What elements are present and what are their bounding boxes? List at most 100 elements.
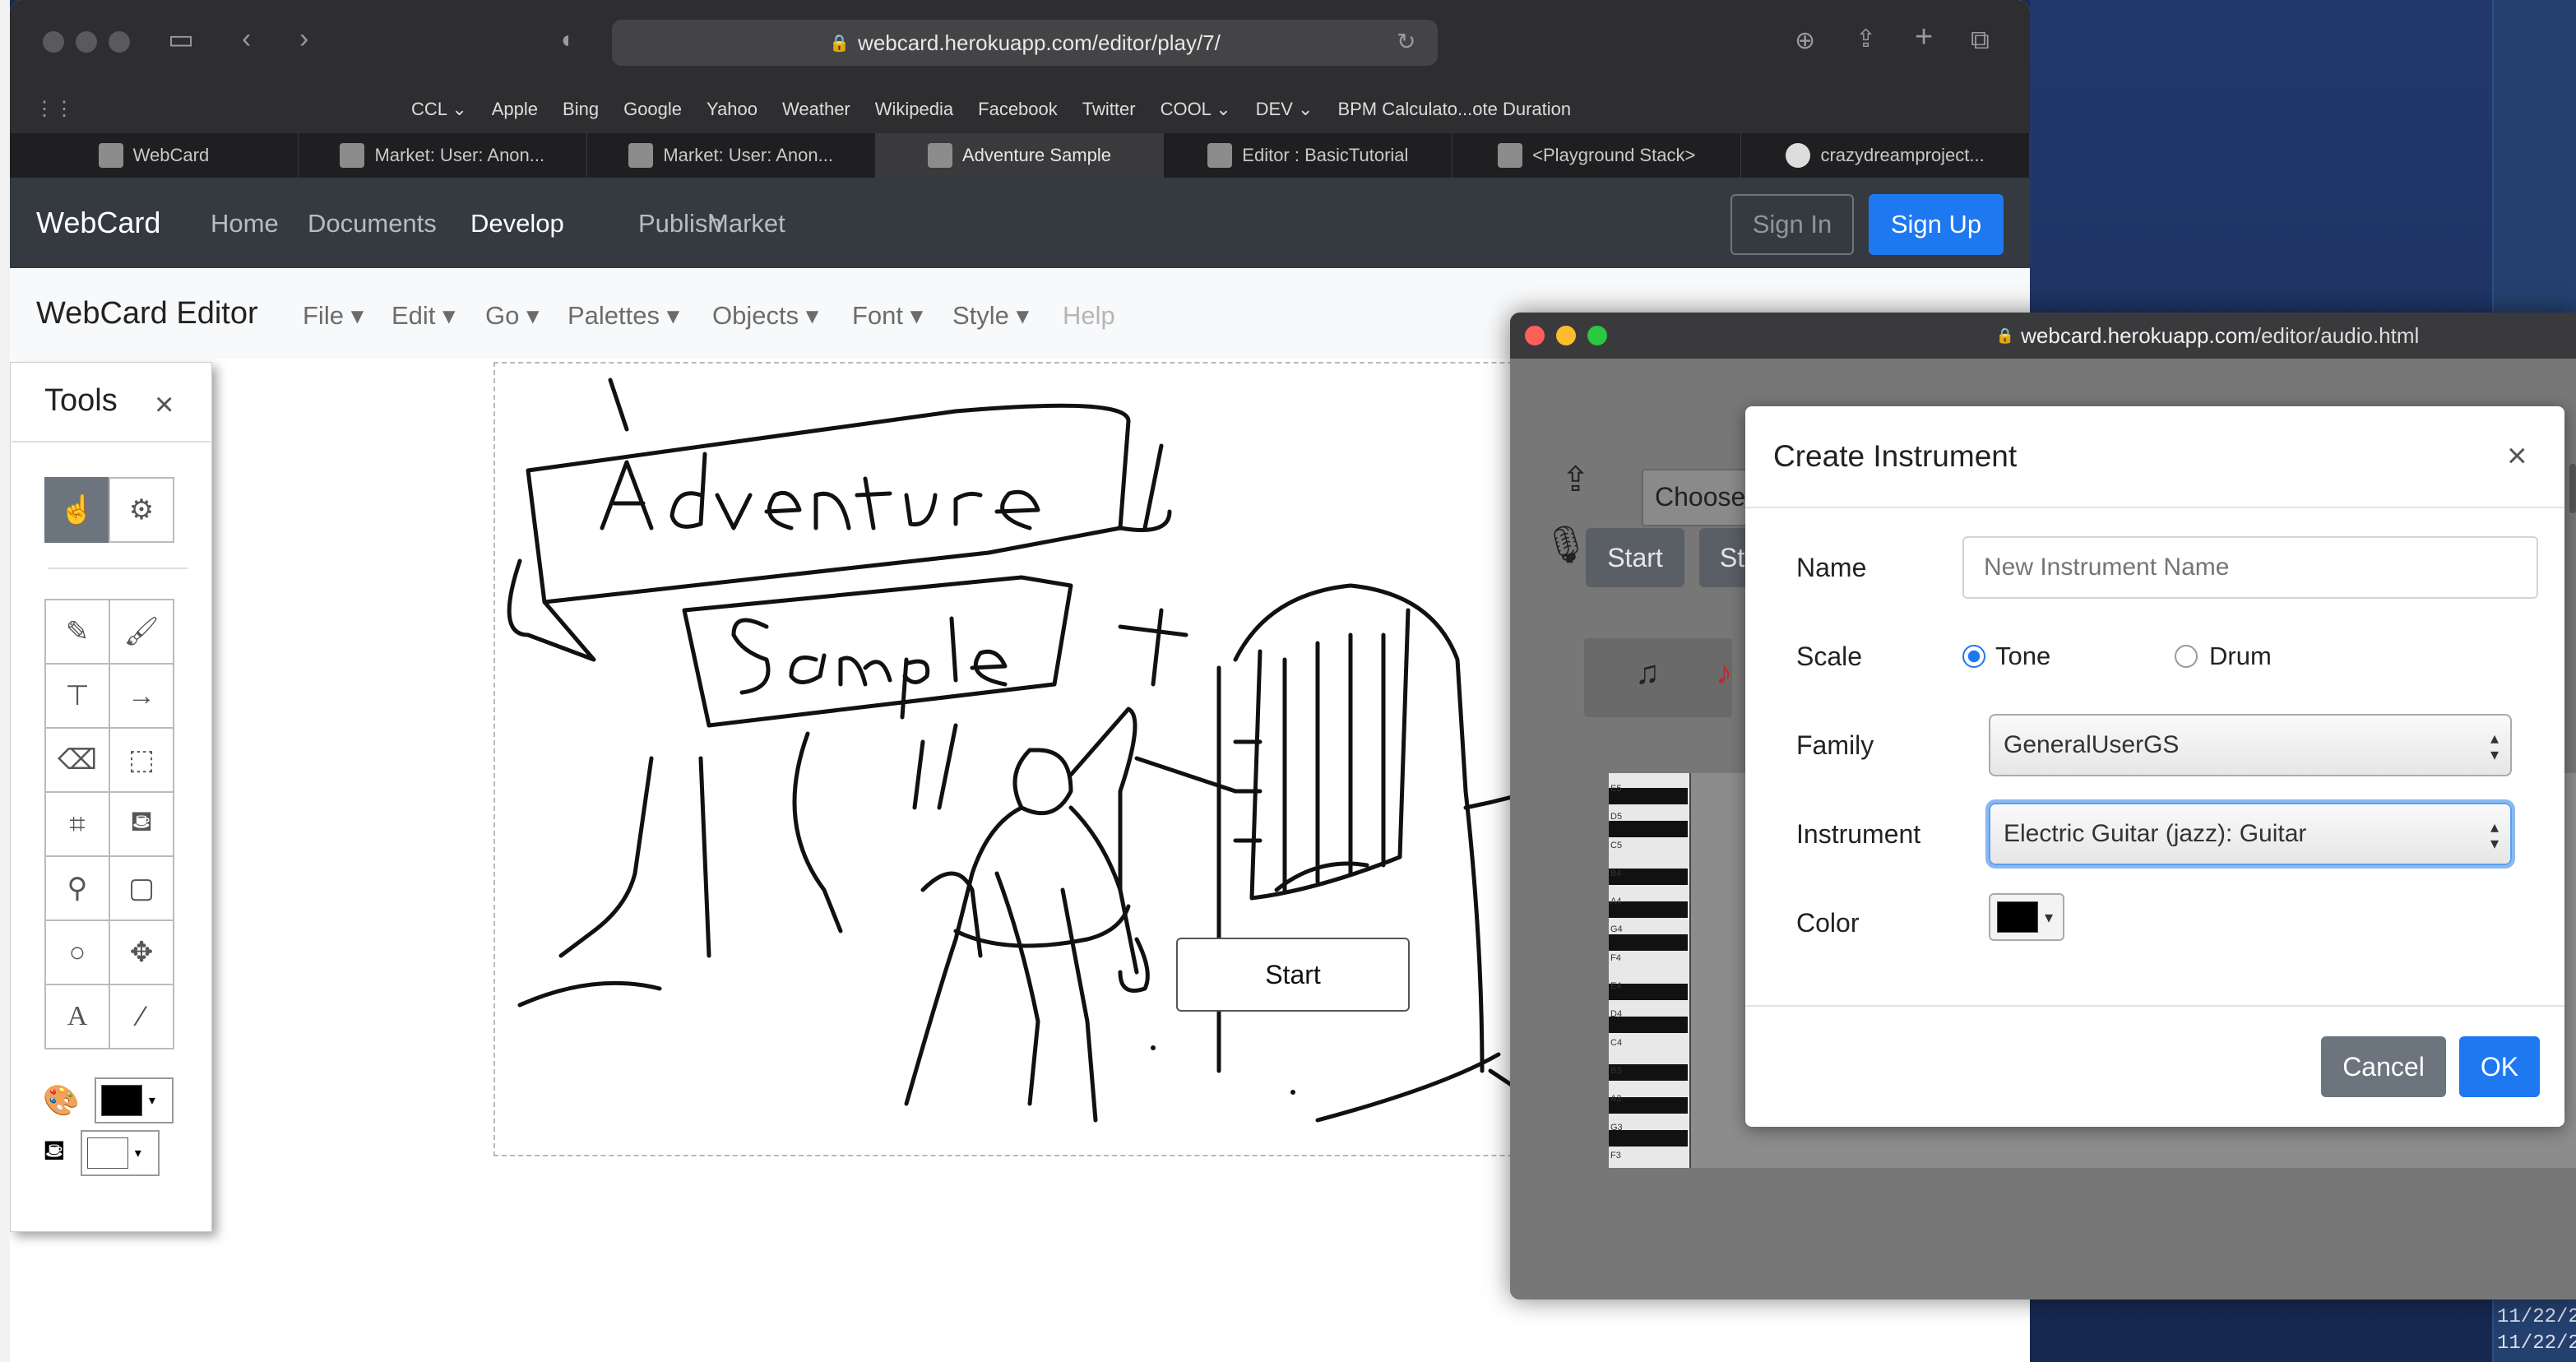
- share-icon[interactable]: ⇪: [1856, 25, 1876, 53]
- audio-window-zoom[interactable]: [1587, 326, 1607, 345]
- tab-favicon: [340, 143, 365, 168]
- move-arrows-icon[interactable]: ✥: [109, 920, 174, 985]
- card-canvas[interactable]: [493, 362, 1645, 1156]
- downloads-icon[interactable]: ⊕: [1795, 26, 1815, 55]
- grid-icon[interactable]: ⋮⋮: [35, 97, 74, 121]
- favorite-item[interactable]: CCL ⌄: [411, 99, 467, 120]
- audio-window-minimize[interactable]: [1556, 326, 1576, 345]
- microphone-icon[interactable]: 🎙: [1543, 523, 1589, 566]
- sign-in-button[interactable]: Sign In: [1730, 194, 1854, 255]
- instrument-label: Instrument: [1796, 819, 1921, 849]
- menu-edit[interactable]: Edit ▾: [391, 301, 456, 331]
- brush-icon[interactable]: 🖌: [109, 599, 174, 665]
- window-zoom-button[interactable]: [109, 31, 130, 53]
- favorite-item[interactable]: COOL ⌄: [1161, 99, 1231, 120]
- settings-gear-icon[interactable]: ⚙: [109, 477, 174, 543]
- family-select[interactable]: GeneralUserGS ▴ ▾: [1989, 714, 2512, 776]
- record-start-button[interactable]: Start: [1586, 528, 1684, 587]
- eyedropper-icon[interactable]: ⚲: [44, 855, 110, 921]
- new-tab-icon[interactable]: +: [1915, 20, 1933, 55]
- sign-up-button[interactable]: Sign Up: [1869, 194, 2004, 255]
- ok-button[interactable]: OK: [2459, 1036, 2540, 1097]
- window-close-button[interactable]: [43, 31, 64, 53]
- scale-label: Scale: [1796, 642, 1863, 671]
- favorite-item[interactable]: Bing: [563, 99, 599, 120]
- browser-tab[interactable]: <Playground Stack>: [1452, 133, 1742, 178]
- nav-home[interactable]: Home: [211, 209, 279, 239]
- eraser-icon[interactable]: ⌫: [44, 727, 110, 793]
- color-label: Color: [1796, 908, 1860, 938]
- fill-bucket-small-icon: ⛾: [43, 1135, 66, 1166]
- line-arrow-icon[interactable]: →: [109, 663, 174, 729]
- tab-overview-icon[interactable]: ⧉: [1971, 25, 1990, 56]
- favorite-item[interactable]: Apple: [492, 99, 538, 120]
- menu-style[interactable]: Style ▾: [952, 301, 1029, 331]
- browser-tab[interactable]: crazydreamproject...: [1741, 133, 2030, 178]
- music-note-icon[interactable]: ♪: [1716, 655, 1732, 692]
- favorite-item[interactable]: Google: [623, 99, 682, 120]
- browser-tab[interactable]: Editor : BasicTutorial: [1164, 133, 1453, 178]
- menu-go[interactable]: Go ▾: [485, 301, 540, 331]
- site-brand[interactable]: WebCard: [36, 206, 160, 240]
- scale-tone-radio[interactable]: [1962, 645, 1985, 668]
- start-button[interactable]: Start: [1176, 938, 1410, 1012]
- nav-documents[interactable]: Documents: [308, 209, 437, 239]
- nav-market[interactable]: Market: [707, 209, 785, 239]
- pencil-icon[interactable]: ✎: [44, 599, 110, 665]
- favorite-item[interactable]: DEV ⌄: [1256, 99, 1313, 120]
- scale-drum-label[interactable]: Drum: [2209, 642, 2272, 671]
- browser-tab[interactable]: WebCard: [10, 133, 299, 178]
- fill-color-swatch[interactable]: ▾: [80, 1130, 160, 1176]
- music-library-icon[interactable]: ♫: [1635, 655, 1660, 692]
- favorite-item[interactable]: BPM Calculato...ote Duration: [1337, 99, 1571, 120]
- back-icon[interactable]: ‹: [242, 23, 251, 55]
- dialog-footer-divider: [1745, 1005, 2564, 1007]
- color-picker[interactable]: ▾: [1989, 893, 2064, 941]
- menu-help: Help: [1063, 301, 1115, 330]
- nav-develop[interactable]: Develop: [470, 209, 564, 239]
- browse-tool-hand-icon[interactable]: ☝: [44, 477, 110, 543]
- browser-tab-active[interactable]: Adventure Sample: [875, 133, 1165, 178]
- select-area-icon[interactable]: ⬚: [109, 727, 174, 793]
- menu-palettes[interactable]: Palettes ▾: [568, 301, 679, 331]
- favorite-item[interactable]: Yahoo: [707, 99, 758, 120]
- menu-objects[interactable]: Objects ▾: [712, 301, 818, 331]
- audio-window-titlebar: 🔒 webcard.herokuapp.com/editor/audio.htm…: [1510, 313, 2576, 359]
- family-select-value: GeneralUserGS: [2004, 731, 2180, 758]
- piano-key-label: E5: [1610, 784, 1622, 794]
- favorite-item[interactable]: Weather: [782, 99, 850, 120]
- reload-icon[interactable]: ↻: [1397, 28, 1415, 55]
- instrument-select[interactable]: Electric Guitar (jazz): Guitar ▴ ▾: [1989, 803, 2512, 865]
- scale-drum-radio[interactable]: [2175, 645, 2198, 668]
- paint-roller-icon[interactable]: ⊤: [44, 663, 110, 729]
- audio-window-close[interactable]: [1525, 326, 1545, 345]
- dialog-close-icon[interactable]: ×: [2507, 436, 2527, 475]
- menu-file[interactable]: File ▾: [303, 301, 364, 331]
- tools-close-icon[interactable]: ×: [155, 387, 174, 424]
- stroke-color-swatch[interactable]: ▾: [94, 1077, 174, 1123]
- circle-icon[interactable]: ○: [44, 920, 110, 985]
- menu-font[interactable]: Font ▾: [852, 301, 923, 331]
- crop-icon[interactable]: ⌗: [44, 791, 110, 857]
- upload-icon[interactable]: ⇪: [1561, 459, 1590, 499]
- magic-wand-icon[interactable]: ⁄: [109, 984, 174, 1049]
- privacy-shield-icon[interactable]: ◐: [561, 26, 576, 54]
- sidebar-toggle-icon[interactable]: ▭: [168, 23, 194, 56]
- address-bar[interactable]: 🔒 webcard.herokuapp.com/editor/play/7/: [612, 20, 1438, 66]
- scrollbar-thumb[interactable]: [2569, 464, 2576, 513]
- browser-tab[interactable]: Market: User: Anon...: [299, 133, 587, 178]
- window-minimize-button[interactable]: [76, 31, 97, 53]
- browser-tab[interactable]: Market: User: Anon...: [587, 133, 876, 178]
- favorite-item[interactable]: Facebook: [978, 99, 1058, 120]
- instrument-name-input[interactable]: [1962, 536, 2538, 599]
- scale-tone-label[interactable]: Tone: [1995, 642, 2050, 671]
- forward-icon[interactable]: ›: [299, 23, 308, 55]
- cancel-button[interactable]: Cancel: [2321, 1036, 2446, 1097]
- rectangle-icon[interactable]: ▢: [109, 855, 174, 921]
- fill-bucket-icon[interactable]: ⛾: [109, 791, 174, 857]
- dropdown-caret-icon: ▾: [148, 1094, 155, 1108]
- favorite-item[interactable]: Twitter: [1082, 99, 1136, 120]
- lock-icon: 🔒: [829, 34, 850, 53]
- favorite-item[interactable]: Wikipedia: [875, 99, 953, 120]
- text-tool-icon[interactable]: A: [44, 984, 110, 1049]
